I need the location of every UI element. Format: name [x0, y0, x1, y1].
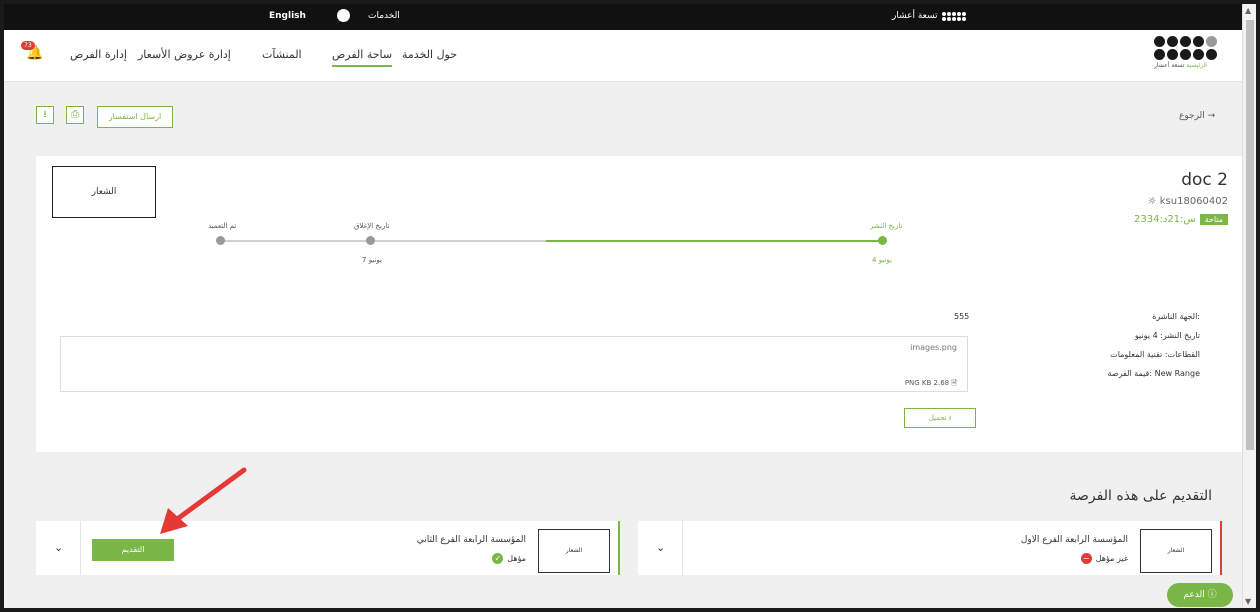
download-attachment-button[interactable]: تحميل ⭳	[904, 408, 976, 428]
nav-opportunities[interactable]: ساحة الفرص	[332, 48, 393, 67]
scrollbar-thumb[interactable]	[1246, 20, 1254, 450]
org-logo-placeholder: الشعار	[52, 166, 156, 218]
print-icon[interactable]: ⎙	[66, 106, 84, 124]
divider	[80, 521, 81, 575]
top-bar: English الخدمات تسعة أعشار	[4, 4, 1242, 30]
top-brand-label: تسعة أعشار	[892, 11, 938, 21]
publish-date-label: تاريخ النشر:	[1160, 331, 1200, 340]
file-icon: 🗎	[951, 379, 957, 387]
timeline-dot-closing	[366, 236, 375, 245]
download-arrow-icon: ⭳	[948, 414, 952, 422]
opportunity-value: قيمة الفرصة: New Range	[1107, 369, 1200, 378]
nav-facilities[interactable]: المنشآت	[262, 48, 302, 61]
institution-status: ✓ مؤهل	[492, 553, 526, 564]
timeline-date-closing: 7 يونيو	[362, 256, 382, 264]
user-icon[interactable]	[337, 9, 350, 22]
nav-about[interactable]: حول الخدمة	[402, 48, 457, 61]
opportunity-title: doc 2	[1181, 170, 1228, 190]
send-inquiry-button[interactable]: ارسال استفسار	[97, 106, 173, 128]
site-logo[interactable]: الرئيسية تسعة أعشار	[1154, 36, 1217, 69]
scroll-up-icon[interactable]: ▲	[1245, 6, 1251, 15]
apply-button[interactable]: التقديم	[92, 539, 174, 561]
publish-date: تاريخ النشر: 4 يونيو	[1135, 331, 1200, 340]
sectors: القطاعات: تقنية المعلومات	[1110, 350, 1200, 359]
countdown: 23س:21د:34	[1134, 214, 1196, 225]
status-badge: متاحة	[1199, 214, 1228, 225]
main-nav: الرئيسية تسعة أعشار حول الخدمة ساحة الفر…	[4, 30, 1242, 82]
help-icon: ⓘ	[1207, 590, 1217, 600]
timeline-dot-awarded	[216, 236, 225, 245]
services-label[interactable]: الخدمات	[368, 11, 400, 21]
attachment-size: PNG KB 2.68 🗎	[905, 379, 957, 390]
attachment-box: images.png PNG KB 2.68 🗎	[60, 336, 968, 392]
notification-bell-icon[interactable]: 🔔 73	[21, 41, 43, 61]
publisher-value: 555	[954, 312, 970, 321]
logo-dots-icon	[1154, 36, 1217, 60]
availability: 23س:21د:34 متاحة	[1134, 214, 1228, 225]
scroll-down-icon[interactable]: ▼	[1245, 597, 1251, 606]
bulb-icon: ☼	[1147, 196, 1157, 207]
sectors-label: القطاعات:	[1164, 350, 1200, 359]
download-label[interactable]: تحميل	[929, 414, 947, 422]
institution-status-text: غير مؤهل	[1095, 554, 1128, 563]
services-menu[interactable]: الخدمات	[337, 9, 400, 22]
timeline-label-published: تاريخ النشر	[870, 222, 903, 230]
support-label[interactable]: الدعم	[1183, 590, 1204, 600]
institution-name: المؤسسة الرابعة الفرع الثاني	[416, 535, 526, 545]
not-eligible-icon: −	[1080, 553, 1092, 564]
vertical-scrollbar[interactable]: ▲ ▼	[1242, 4, 1256, 608]
back-link[interactable]: الرجوع →	[1179, 111, 1215, 121]
top-brand[interactable]: تسعة أعشار	[892, 11, 966, 21]
attachment-size-value: PNG KB 2.68	[904, 379, 950, 387]
brand-dots-icon	[941, 11, 966, 21]
logo-label: تسعة أعشار	[1154, 62, 1185, 69]
timeline-track	[220, 240, 546, 242]
institution-name: المؤسسة الرابعة الفرع الاول	[1020, 535, 1128, 545]
logo-text: الرئيسية تسعة أعشار	[1154, 62, 1217, 69]
nav-price-offers[interactable]: إدارة عروض الأسعار	[138, 48, 231, 61]
publish-date-value: 4 يونيو	[1134, 331, 1158, 340]
opportunity-value-label: قيمة الفرصة:	[1107, 369, 1153, 378]
institution-card-1: الشعار المؤسسة الرابعة الفرع الاول − غير…	[638, 521, 1222, 575]
timeline-dot-published	[878, 236, 887, 245]
institution-status-text: مؤهل	[507, 554, 526, 563]
opportunity-code-value: ksu18060402	[1159, 196, 1228, 207]
chevron-down-icon[interactable]: ⌄	[656, 541, 665, 554]
language-toggle[interactable]: English	[269, 11, 306, 21]
institution-logo: الشعار	[538, 529, 610, 573]
institution-status: − غير مؤهل	[1080, 553, 1128, 564]
arrow-right-icon: →	[1207, 111, 1216, 121]
back-label[interactable]: الرجوع	[1179, 111, 1205, 121]
download-icon[interactable]: ⭳	[36, 106, 54, 124]
browser-viewport: English الخدمات تسعة أعشار الرئيسية تسعة…	[4, 4, 1256, 608]
nav-manage-opportunities[interactable]: إدارة الفرص	[70, 48, 127, 61]
opportunity-value-value: New Range	[1154, 369, 1200, 378]
attachment-name[interactable]: images.png	[910, 343, 957, 352]
institution-logo: الشعار	[1140, 529, 1212, 573]
timeline-progress	[546, 240, 882, 242]
logo-sub: الرئيسية	[1186, 62, 1207, 69]
timeline-label-awarded: تم التعميد	[208, 222, 237, 230]
divider	[682, 521, 683, 575]
timeline-label-closing: تاريخ الإغلاق	[354, 222, 390, 230]
opportunity-code: ☼ ksu18060402	[1148, 196, 1228, 207]
support-button[interactable]: الدعم ⓘ	[1167, 583, 1233, 607]
eligible-check-icon: ✓	[492, 553, 504, 564]
apply-section-title: التقديم على هذه الفرصة	[1069, 488, 1212, 504]
notification-badge: 73	[21, 41, 35, 50]
publisher-label: الجهة الناشرة:	[1152, 312, 1200, 321]
chevron-down-icon[interactable]: ⌄	[54, 541, 63, 554]
timeline-date-published: 4 يونيو	[872, 256, 892, 264]
opportunity-card: الشعار doc 2 ☼ ksu18060402 23س:21د:34 مت…	[36, 156, 1242, 452]
annotation-arrow-icon	[160, 467, 247, 534]
sectors-value: تقنية المعلومات	[1110, 350, 1163, 359]
